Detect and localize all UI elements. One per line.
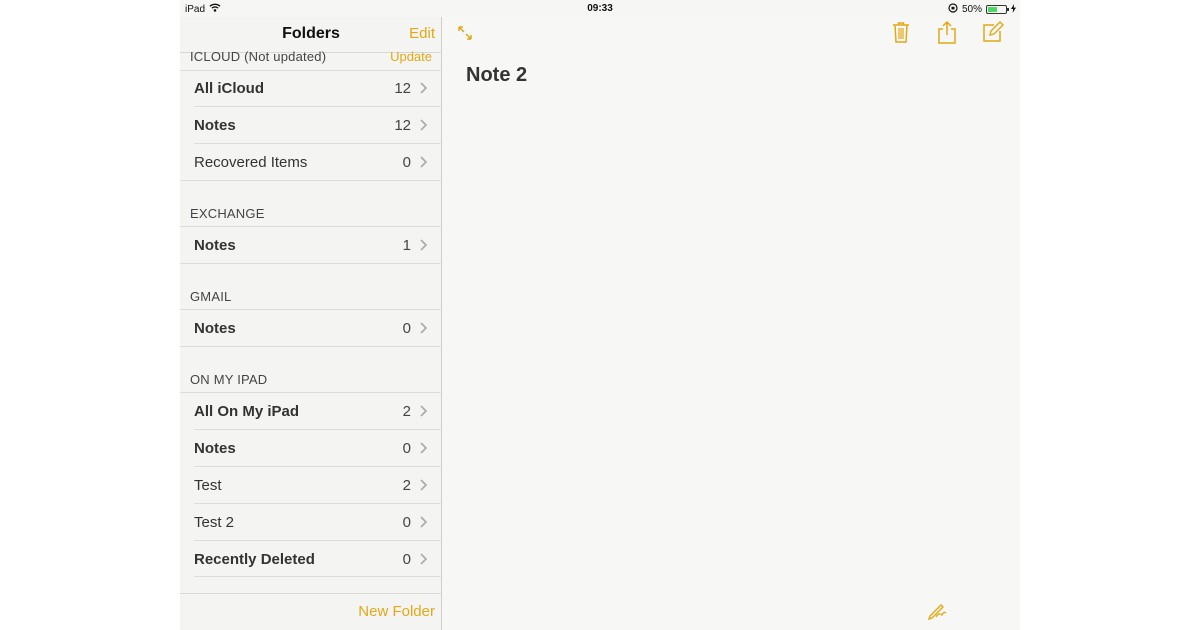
folder-count: 2 (402, 477, 411, 494)
folder-row-all-on-my-ipad[interactable]: All On My iPad 2 (180, 393, 442, 430)
trash-icon[interactable] (892, 21, 910, 48)
section-header-gmail: GMAIL (180, 287, 442, 305)
chevron-right-icon (419, 477, 429, 493)
charging-icon (1011, 3, 1016, 16)
notes-app: iPad 09:33 50% Folders Edit ICLOUD (Not … (180, 0, 1020, 630)
share-icon[interactable] (937, 20, 957, 49)
status-bar: iPad 09:33 50% (180, 0, 1020, 17)
folders-sidebar: Folders Edit ICLOUD (Not updated) Update… (180, 17, 442, 630)
divider (180, 346, 442, 347)
sidebar-title: Folders (282, 25, 340, 42)
section-header-icloud: ICLOUD (Not updated) Update (180, 47, 442, 65)
divider (194, 576, 442, 577)
folder-count: 2 (402, 403, 411, 420)
status-right: 50% (948, 3, 1016, 16)
chevron-right-icon (419, 514, 429, 530)
folder-count: 0 (402, 514, 411, 531)
folder-row-recently-deleted[interactable]: Recently Deleted 0 (180, 541, 442, 578)
folder-label: All iCloud (194, 80, 264, 97)
section-header-label: EXCHANGE (190, 206, 265, 221)
folder-label: Notes (194, 440, 236, 457)
sketch-icon[interactable] (927, 601, 947, 626)
folder-label: Recently Deleted (194, 551, 315, 568)
sidebar-footer: New Folder (180, 593, 442, 630)
folder-label: Test 2 (194, 514, 235, 531)
new-folder-button[interactable]: New Folder (358, 603, 435, 620)
folder-row-test[interactable]: Test 2 (180, 467, 442, 504)
folder-count: 0 (402, 154, 411, 171)
folder-row-gmail-notes[interactable]: Notes 0 (180, 310, 442, 347)
battery-fill (988, 7, 997, 12)
section-header-on-my-ipad: ON MY IPAD (180, 370, 442, 388)
chevron-right-icon (419, 551, 429, 567)
section-header-label: GMAIL (190, 289, 232, 304)
folder-count: 12 (394, 80, 411, 97)
folder-count: 0 (402, 440, 411, 457)
chevron-right-icon (419, 403, 429, 419)
chevron-right-icon (419, 237, 429, 253)
folder-label: Notes (194, 237, 236, 254)
note-editor[interactable]: Note 2 (443, 17, 1020, 630)
orientation-lock-icon (948, 3, 958, 16)
battery-icon (986, 5, 1009, 14)
chevron-right-icon (419, 320, 429, 336)
folder-label: All On My iPad (194, 403, 300, 420)
compose-icon[interactable] (982, 21, 1004, 48)
chevron-right-icon (419, 154, 429, 170)
section-header-label: ON MY IPAD (190, 372, 268, 387)
folder-row-ipad-notes[interactable]: Notes 0 (180, 430, 442, 467)
folder-count: 0 (402, 551, 411, 568)
edit-button[interactable]: Edit (409, 25, 435, 42)
folder-count: 12 (394, 117, 411, 134)
folder-row-all-icloud[interactable]: All iCloud 12 (180, 70, 442, 107)
folder-label: Notes (194, 117, 236, 134)
chevron-right-icon (419, 80, 429, 96)
folder-count: 0 (402, 320, 411, 337)
chevron-right-icon (419, 440, 429, 456)
update-button[interactable]: Update (390, 49, 432, 64)
note-title[interactable]: Note 2 (466, 64, 527, 87)
folder-row-exchange-notes[interactable]: Notes 1 (180, 227, 442, 264)
status-time: 09:33 (587, 3, 613, 14)
divider (180, 180, 442, 181)
folder-label: Recovered Items (194, 154, 308, 171)
expand-icon[interactable] (457, 25, 473, 46)
folder-row-test-2[interactable]: Test 2 0 (180, 504, 442, 541)
folder-row-icloud-notes[interactable]: Notes 12 (180, 107, 442, 144)
folder-count: 1 (402, 237, 411, 254)
section-header-label: ICLOUD (Not updated) (190, 49, 327, 64)
folder-label: Notes (194, 320, 236, 337)
divider (180, 263, 442, 264)
battery-percent: 50% (961, 4, 982, 15)
section-header-exchange: EXCHANGE (180, 204, 442, 222)
chevron-right-icon (419, 117, 429, 133)
folder-label: Test (194, 477, 222, 494)
folder-row-recovered-items[interactable]: Recovered Items 0 (180, 144, 442, 181)
